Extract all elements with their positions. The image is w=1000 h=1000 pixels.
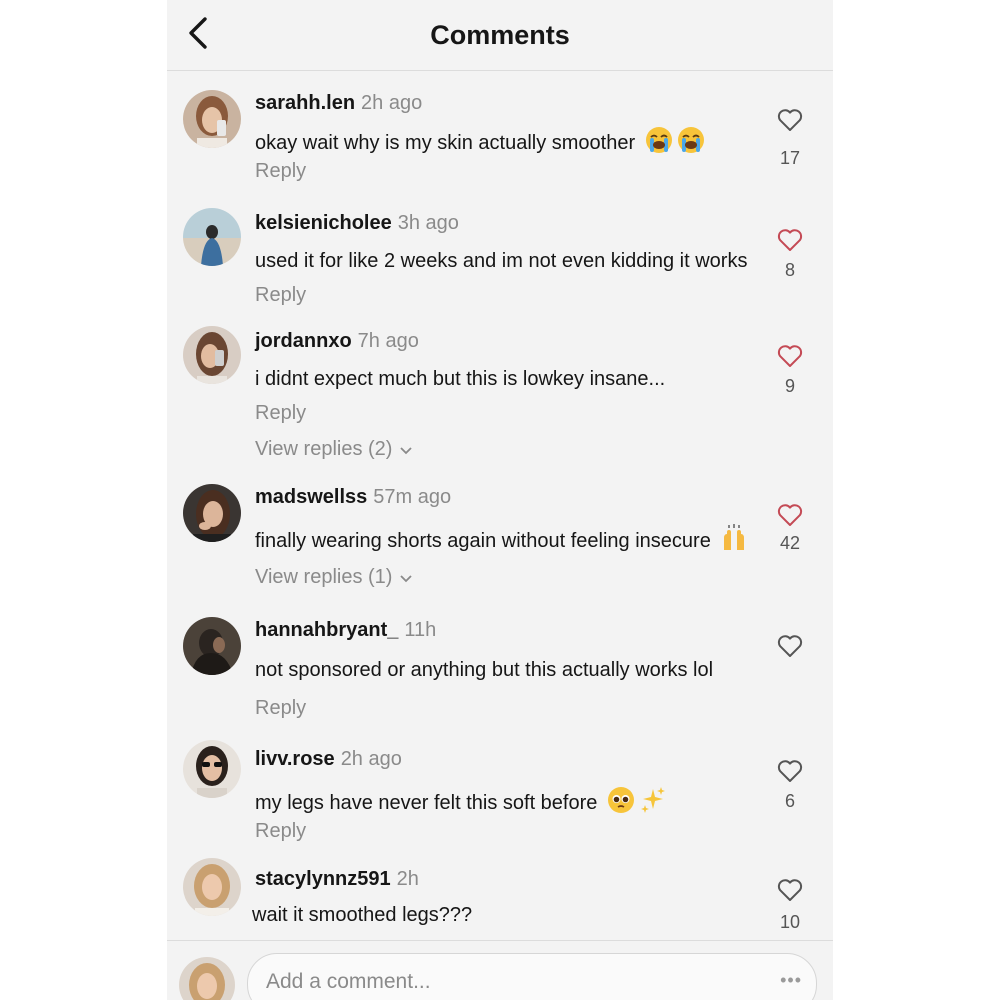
heart-icon [773,878,807,902]
reply-button[interactable]: Reply [255,697,306,720]
comment-input[interactable] [264,964,748,1000]
comments-screen: Comments sarahh.len 2h ago okay wait why … [167,0,833,1000]
like-count: 9 [784,376,795,396]
reply-button[interactable]: Reply [255,820,306,843]
like-count: 42 [779,533,801,553]
comment-text: wait it smoothed legs??? [252,904,472,927]
like-count: 17 [779,148,801,168]
comment-text: i didnt expect much but this is lowkey i… [255,368,665,391]
loudly-crying-face-icon [677,126,705,160]
current-user-avatar [179,957,235,1000]
chevron-down-icon [400,438,413,461]
like-button[interactable]: 17 [773,108,807,169]
like-button[interactable]: 42 [773,503,807,554]
comment-text: my legs have never felt this soft before [255,786,667,820]
avatar[interactable] [183,208,241,266]
timestamp: 11h [404,619,437,641]
comment-meta: madswellss 57m ago [255,486,451,509]
username[interactable]: jordannxo [255,330,352,352]
comment-meta: stacylynnz591 2h [255,868,419,891]
page-title: Comments [430,20,570,50]
loudly-crying-face-icon [645,126,673,160]
timestamp: 57m ago [373,486,452,508]
more-options-icon[interactable]: ••• [780,970,802,991]
pleading-face-icon [607,786,635,820]
avatar[interactable] [183,858,241,916]
comment-text: not sponsored or anything but this actua… [255,659,713,682]
comment-input-box: ••• [247,953,817,1000]
heart-icon [773,759,807,783]
comment-composer: ••• [167,940,833,1000]
comment-body: wait it smoothed legs??? [252,904,473,926]
avatar[interactable] [183,90,241,148]
view-replies-label: View replies (2) [255,438,393,460]
avatar[interactable] [183,484,241,542]
username[interactable]: madswellss [255,486,367,508]
like-count: 8 [784,260,795,280]
username[interactable]: hannahbryant_ [255,619,398,641]
comment-body: i didnt expect much but this is lowkey i… [255,368,666,390]
heart-icon [773,344,807,368]
timestamp: 2h ago [340,748,402,770]
like-button[interactable]: 8 [773,228,807,281]
heart-icon [773,228,807,252]
comment-text: okay wait why is my skin actually smooth… [255,126,705,160]
comment-meta: sarahh.len 2h ago [255,92,422,115]
like-button[interactable]: 10 [773,878,807,933]
view-replies-label: View replies (1) [255,566,393,588]
avatar[interactable] [183,740,241,798]
comment-text: used it for like 2 weeks and im not even… [255,250,747,273]
username[interactable]: sarahh.len [255,92,355,114]
reply-button[interactable]: Reply [255,160,306,183]
sparkles-icon [639,786,667,820]
like-count: 6 [784,791,795,811]
username[interactable]: livv.rose [255,748,335,770]
comment-body: okay wait why is my skin actually smooth… [255,132,636,154]
heart-icon [773,634,807,658]
comment-body: finally wearing shorts again without fee… [255,530,711,552]
comment-body: my legs have never felt this soft before [255,792,598,814]
view-replies-button[interactable]: View replies (2) [255,438,413,461]
comment-body: used it for like 2 weeks and im not even… [255,250,748,272]
view-replies-button[interactable]: View replies (1) [255,566,413,589]
heart-icon [773,108,807,132]
username[interactable]: stacylynnz591 [255,868,391,890]
comment-body: not sponsored or anything but this actua… [255,659,714,681]
raising-hands-icon [720,524,748,558]
timestamp: 2h ago [361,92,423,114]
reply-button[interactable]: Reply [255,402,306,425]
like-button[interactable]: 9 [773,344,807,397]
like-button[interactable] [773,634,807,666]
like-count: 10 [779,912,801,932]
comment-meta: livv.rose 2h ago [255,748,402,771]
like-button[interactable]: 6 [773,759,807,812]
avatar[interactable] [183,326,241,384]
timestamp: 3h ago [397,212,459,234]
heart-icon [773,503,807,527]
header: Comments [167,0,833,71]
reply-button[interactable]: Reply [255,284,306,307]
avatar[interactable] [183,617,241,675]
comment-meta: jordannxo 7h ago [255,330,419,353]
timestamp: 2h [396,868,419,890]
comment-meta: hannahbryant_ 11h [255,619,436,642]
timestamp: 7h ago [357,330,419,352]
comment-meta: kelsienicholee 3h ago [255,212,459,235]
comment-text: finally wearing shorts again without fee… [255,524,748,558]
chevron-down-icon [400,566,413,589]
username[interactable]: kelsienicholee [255,212,392,234]
